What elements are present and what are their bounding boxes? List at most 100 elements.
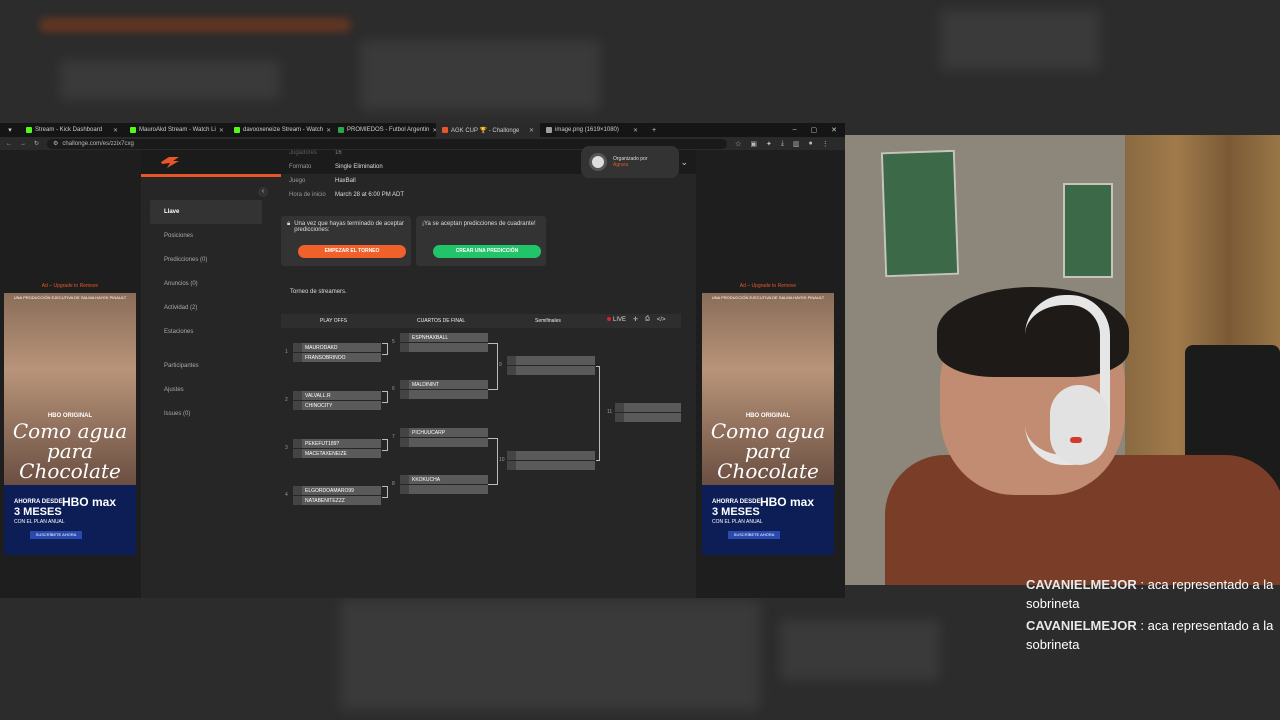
live-button[interactable]: LIVE — [607, 316, 626, 323]
match-player[interactable]: ELGORDOAMARO99 — [293, 486, 381, 495]
ad-image[interactable]: UNA PRODUCCIÓN EJECUTIVA DE SALMA HAYEK … — [4, 293, 136, 485]
extension-icon[interactable]: ▣ — [750, 140, 757, 148]
hbo-max-logo: HBO max — [759, 495, 814, 509]
close-window-icon[interactable]: ✕ — [831, 126, 837, 134]
bracket-match[interactable]: 9 — [499, 356, 595, 376]
match-player-empty[interactable] — [507, 461, 595, 470]
match-number: 8 — [392, 481, 395, 487]
minimize-icon[interactable]: – — [793, 126, 797, 134]
ad-offer[interactable]: AHORRA DESDE 3 MESES CON EL PLAN ANUAL H… — [702, 485, 834, 555]
sidebar-item-posiciones[interactable]: Posiciones — [150, 224, 262, 248]
tab-mauroakd[interactable]: MauroAkd Stream - Watch Li ✕ — [124, 123, 228, 137]
bookmark-star-icon[interactable]: ☆ — [735, 140, 741, 148]
match-player[interactable]: PICHUUCARP — [400, 428, 488, 437]
match-player-empty[interactable] — [507, 366, 595, 375]
bracket-match[interactable]: 8 KKOKUCHA — [392, 475, 488, 495]
bracket-match-final[interactable]: 11 — [607, 403, 681, 423]
ad-upgrade-link[interactable]: Ad – Upgrade to Remove — [702, 283, 834, 293]
match-player-empty[interactable] — [507, 356, 595, 365]
chevron-down-icon[interactable]: ⌄ — [680, 157, 688, 168]
bracket-match[interactable]: 5 ESPNHAXBALL — [392, 333, 488, 353]
close-icon[interactable]: ✕ — [529, 127, 534, 134]
close-icon[interactable]: ✕ — [113, 127, 118, 134]
match-player[interactable]: VALVALL.R — [293, 391, 381, 400]
match-player-empty[interactable] — [615, 413, 681, 422]
chat-username: CAVANIELMEJOR — [1026, 618, 1137, 633]
tab-davooxeneize[interactable]: davooxeneize Stream - Watch ✕ — [228, 123, 332, 137]
embed-icon[interactable]: </> — [657, 317, 666, 323]
back-icon[interactable]: ← — [6, 141, 12, 147]
ad-left[interactable]: Ad – Upgrade to Remove UNA PRODUCCIÓN EJ… — [4, 283, 136, 555]
match-number: 7 — [392, 434, 395, 440]
sidebar-item-participantes[interactable]: Participantes — [150, 354, 262, 378]
organizer-name[interactable]: Agrura — [613, 162, 647, 168]
new-tab-button[interactable]: + — [644, 127, 664, 134]
tab-kick-dashboard[interactable]: Stream - Kick Dashboard ✕ — [20, 123, 124, 137]
bracket-match[interactable]: 10 — [499, 451, 595, 471]
ad-image[interactable]: UNA PRODUCCIÓN EJECUTIVA DE SALMA HAYEK … — [702, 293, 834, 485]
bracket-match[interactable]: 4 ELGORDOAMARO99 NATABENITEZZZ — [285, 486, 381, 506]
match-player[interactable]: PEKEFUT189? — [293, 439, 381, 448]
menu-icon[interactable]: ⋮ — [822, 140, 829, 148]
maximize-icon[interactable]: ▢ — [811, 126, 818, 134]
forward-icon[interactable]: → — [20, 141, 26, 147]
reload-icon[interactable]: ↻ — [34, 140, 39, 147]
bracket-match[interactable]: 2 VALVALL.R CHINOCITY — [285, 391, 381, 411]
match-player[interactable]: ESPNHAXBALL — [400, 333, 488, 342]
profile-icon[interactable]: ● — [809, 140, 813, 148]
ad-upgrade-link[interactable]: Ad – Upgrade to Remove — [4, 283, 136, 293]
ad-offer[interactable]: AHORRA DESDE 3 MESES CON EL PLAN ANUAL H… — [4, 485, 136, 555]
close-icon[interactable]: ✕ — [326, 127, 331, 134]
match-player-empty[interactable] — [400, 485, 488, 494]
tab-challonge[interactable]: AGK CUP 🏆 - Challonge ✕ — [436, 123, 540, 137]
match-player[interactable]: MACETAXENEIZE — [293, 449, 381, 458]
sidebar-item-issues[interactable]: Issues (0) — [150, 402, 262, 426]
match-player-empty[interactable] — [400, 390, 488, 399]
match-player[interactable]: NATABENITEZZZ — [293, 496, 381, 505]
match-player[interactable]: MAURODAKD — [293, 343, 381, 352]
close-icon[interactable]: ✕ — [633, 127, 638, 134]
match-player-empty[interactable] — [507, 451, 595, 460]
sidebar-item-ajustes[interactable]: Ajustes — [150, 378, 262, 402]
info-value: HaxBall — [335, 178, 356, 184]
ad-right[interactable]: Ad – Upgrade to Remove UNA PRODUCCIÓN EJ… — [702, 283, 834, 555]
sidebar-item-predicciones[interactable]: Predicciones (0) — [150, 248, 262, 272]
live-dot — [607, 316, 611, 321]
wall-poster — [1063, 183, 1113, 278]
sidebar-item-actividad[interactable]: Actividad (2) — [150, 296, 262, 320]
zoom-icon[interactable]: ✛ — [633, 316, 638, 323]
create-prediction-button[interactable]: Crear una predicción — [433, 245, 541, 258]
sidebar-item-anuncios[interactable]: Anuncios (0) — [150, 272, 262, 296]
sidebar-item-llave[interactable]: Llave — [150, 200, 262, 224]
tab-list-icon[interactable]: ▾ — [0, 126, 20, 134]
seed-box — [400, 485, 409, 494]
sidepanel-icon[interactable]: ▥ — [793, 140, 800, 148]
bracket-match[interactable]: 1 MAURODAKD FRANSOBRINOO — [285, 343, 381, 363]
bracket-match[interactable]: 3 PEKEFUT189? MACETAXENEIZE — [285, 439, 381, 459]
site-info-icon[interactable]: ⚙ — [53, 140, 58, 147]
ad-subscribe-button[interactable]: SUSCRÍBETE AHORA — [30, 531, 82, 539]
match-player[interactable]: MALDININT — [400, 380, 488, 389]
collapse-sidebar-icon[interactable]: ‹ — [258, 187, 268, 197]
bracket-match[interactable]: 6 MALDININT — [392, 380, 488, 400]
match-player-empty[interactable] — [400, 343, 488, 352]
bracket-match[interactable]: 7 PICHUUCARP — [392, 428, 488, 448]
tab-promiedos[interactable]: PROMIEDOS - Futbol Argentin ✕ — [332, 123, 436, 137]
close-icon[interactable]: ✕ — [219, 127, 224, 134]
print-icon[interactable]: ⎙ — [645, 316, 650, 323]
info-value: March 28 at 6:00 PM ADT — [335, 192, 405, 198]
match-player[interactable]: FRANSOBRINOO — [293, 353, 381, 362]
ad-subscribe-button[interactable]: SUSCRÍBETE AHORA — [728, 531, 780, 539]
organizer-card[interactable]: Organizado por Agrura — [581, 146, 679, 178]
start-tournament-button[interactable]: Empezar el torneo — [298, 245, 406, 258]
challonge-logo[interactable] — [159, 155, 181, 169]
match-player[interactable]: CHINOCITY — [293, 401, 381, 410]
tab-image[interactable]: image.png (1619×1080) ✕ — [540, 123, 644, 137]
extensions-puzzle-icon[interactable]: ✦ — [766, 140, 772, 148]
download-icon[interactable]: ⤓ — [781, 140, 784, 148]
match-player[interactable]: KKOKUCHA — [400, 475, 488, 484]
match-player-empty[interactable] — [615, 403, 681, 412]
match-player-empty[interactable] — [400, 438, 488, 447]
sidebar-item-estaciones[interactable]: Estaciones — [150, 320, 262, 344]
headset-earcup — [1050, 385, 1108, 465]
